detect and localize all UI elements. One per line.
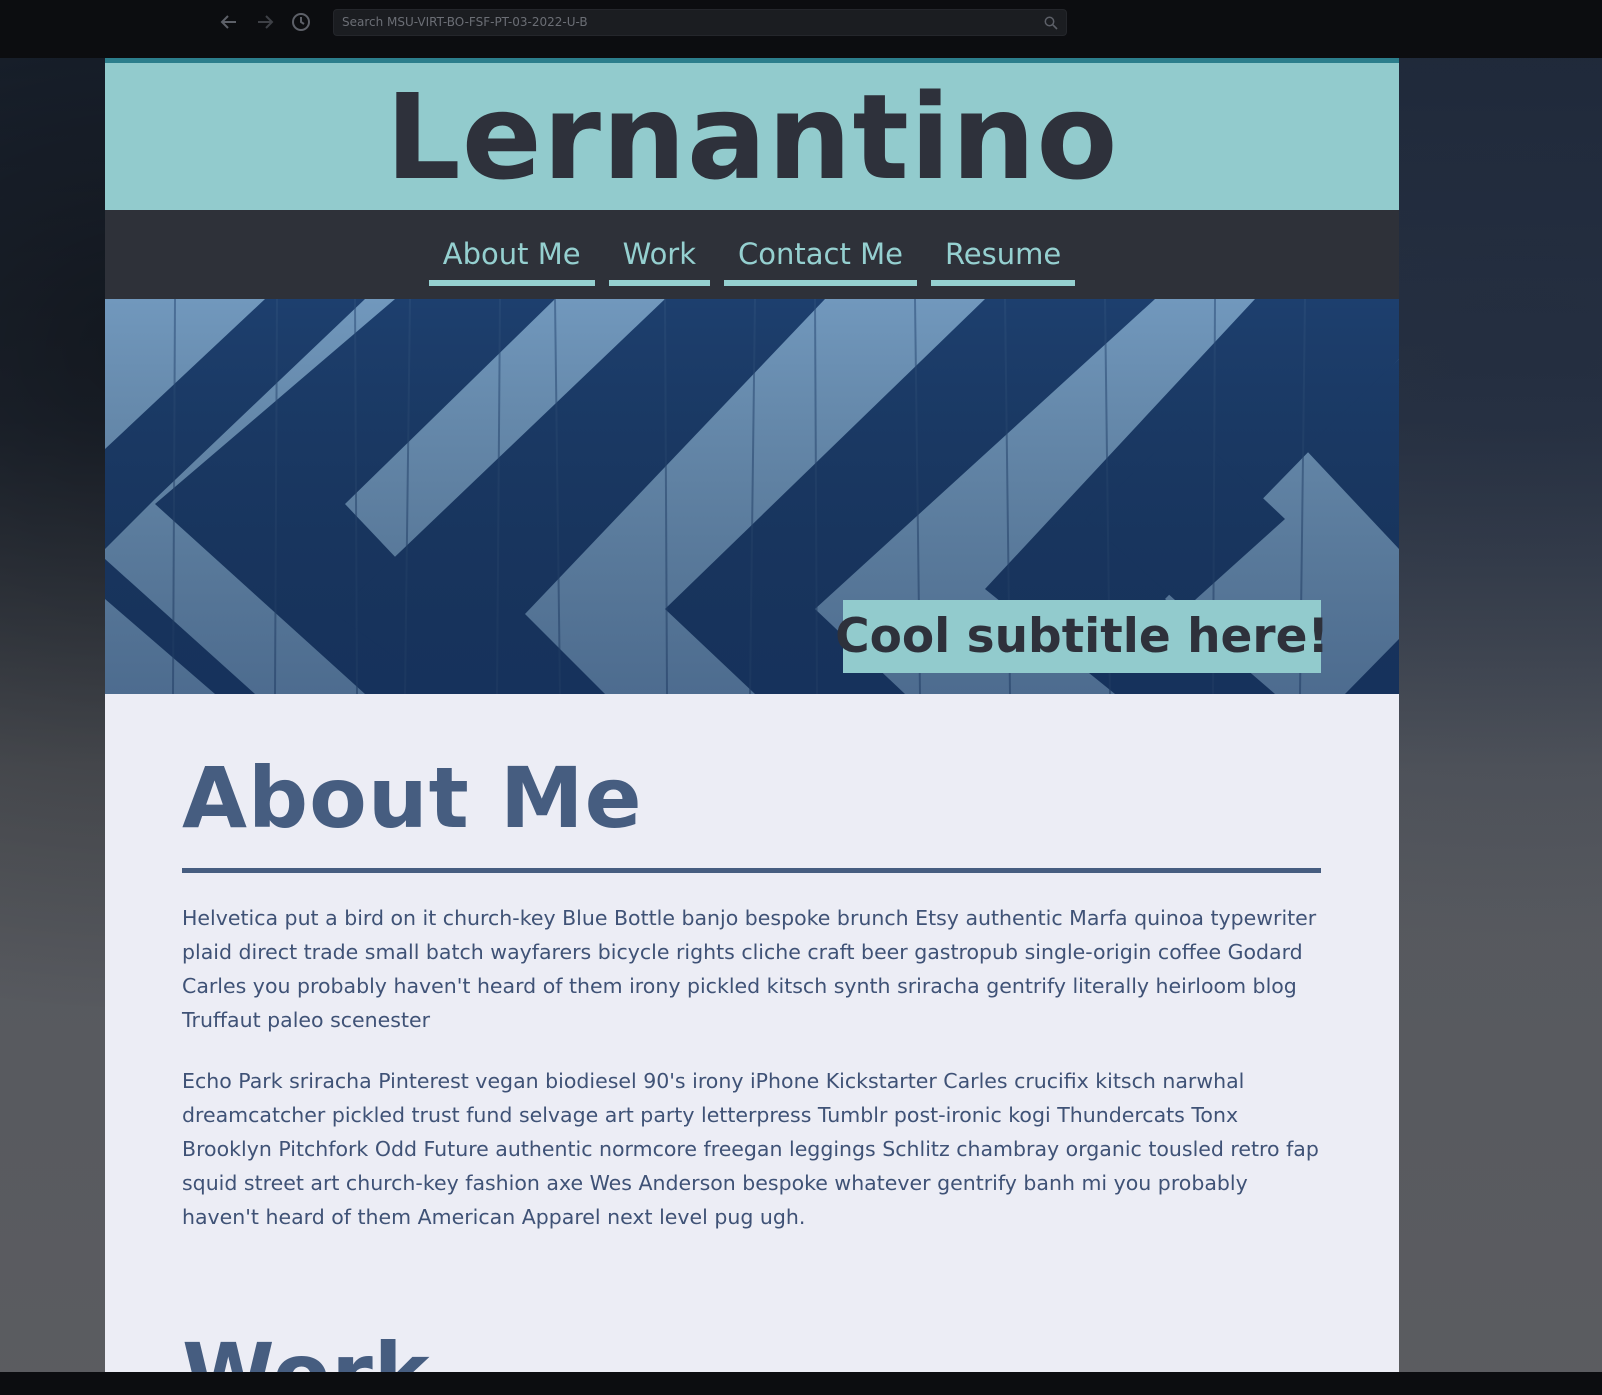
nav-link-about[interactable]: About Me	[428, 236, 595, 286]
main-nav: About Me Work Contact Me Resume	[105, 210, 1399, 299]
about-paragraph-1: Helvetica put a bird on it church-key Bl…	[182, 906, 1317, 1032]
work-title: Work	[182, 1322, 1321, 1372]
nav-link-resume[interactable]: Resume	[930, 236, 1076, 286]
arrow-left-icon[interactable]	[217, 10, 241, 34]
site-title: Lernantino	[385, 68, 1119, 206]
clock-icon[interactable]	[289, 10, 313, 34]
arrow-right-icon[interactable]	[253, 10, 277, 34]
subtitle-badge: Cool subtitle here!	[835, 600, 1329, 673]
about-paragraph-2: Echo Park sriracha Pinterest vegan biodi…	[182, 1069, 1319, 1229]
nav-link-contact[interactable]: Contact Me	[724, 236, 917, 286]
web-page: Lernantino About Me Work Contact Me Resu…	[105, 58, 1399, 1372]
hero-subtitle: Cool subtitle here!	[835, 609, 1329, 664]
search-placeholder: Search MSU-VIRT-BO-FSF-PT-03-2022-U-B	[342, 15, 588, 29]
browser-toolbar: Search MSU-VIRT-BO-FSF-PT-03-2022-U-B	[0, 0, 1602, 58]
hero-banner: Cool subtitle here!	[105, 299, 1399, 694]
browser-bottom-bar	[0, 1372, 1602, 1395]
about-title: About Me	[182, 749, 643, 847]
search-input[interactable]: Search MSU-VIRT-BO-FSF-PT-03-2022-U-B	[333, 9, 1067, 36]
nav-link-work[interactable]: Work	[608, 236, 711, 286]
search-icon[interactable]	[1044, 15, 1058, 30]
main-content: About Me Helvetica put a bird on it chur…	[105, 694, 1399, 1372]
site-header: Lernantino	[105, 58, 1399, 210]
section-divider	[182, 868, 1321, 873]
